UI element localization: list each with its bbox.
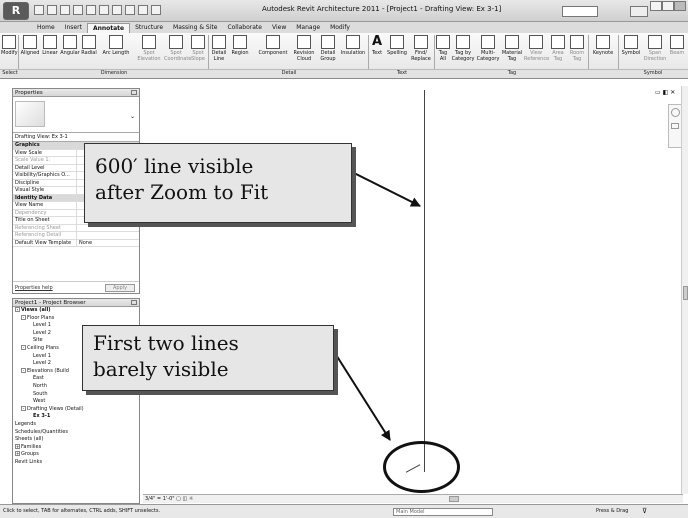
status-text: Click to select, TAB for alternates, CTR… [3, 508, 161, 514]
design-option-combo[interactable]: Main Model [393, 508, 493, 516]
press-drag-toggle[interactable]: Press & Drag [596, 505, 628, 518]
horizontal-scroll-thumb[interactable] [449, 496, 459, 502]
callout-line: barely visible [93, 357, 229, 381]
callout-line: after Zoom to Fit [95, 180, 269, 204]
arrow-to-long-line [351, 171, 421, 207]
view-scale[interactable]: 3/4" = 1'-0" [145, 496, 175, 502]
callout-zoom-to-fit: 600′ line visible after Zoom to Fit [84, 143, 352, 223]
view-control-bar: 3/4" = 1'-0" ▢ ◫ ☼ [143, 494, 683, 503]
filter-icon[interactable]: ⊽ [642, 505, 647, 518]
detail-level-icon[interactable]: ▢ [176, 496, 181, 502]
callout-line: 600′ line visible [95, 154, 254, 178]
arrow-to-short-lines [332, 349, 391, 441]
callout-line: First two lines [93, 331, 239, 355]
status-bar: Click to select, TAB for alternates, CTR… [0, 504, 688, 518]
annotation-arrows [332, 171, 421, 441]
callout-barely-visible: First two lines barely visible [82, 325, 334, 391]
sun-path-icon[interactable]: ☼ [189, 496, 193, 502]
visual-style-icon[interactable]: ◫ [182, 496, 187, 502]
